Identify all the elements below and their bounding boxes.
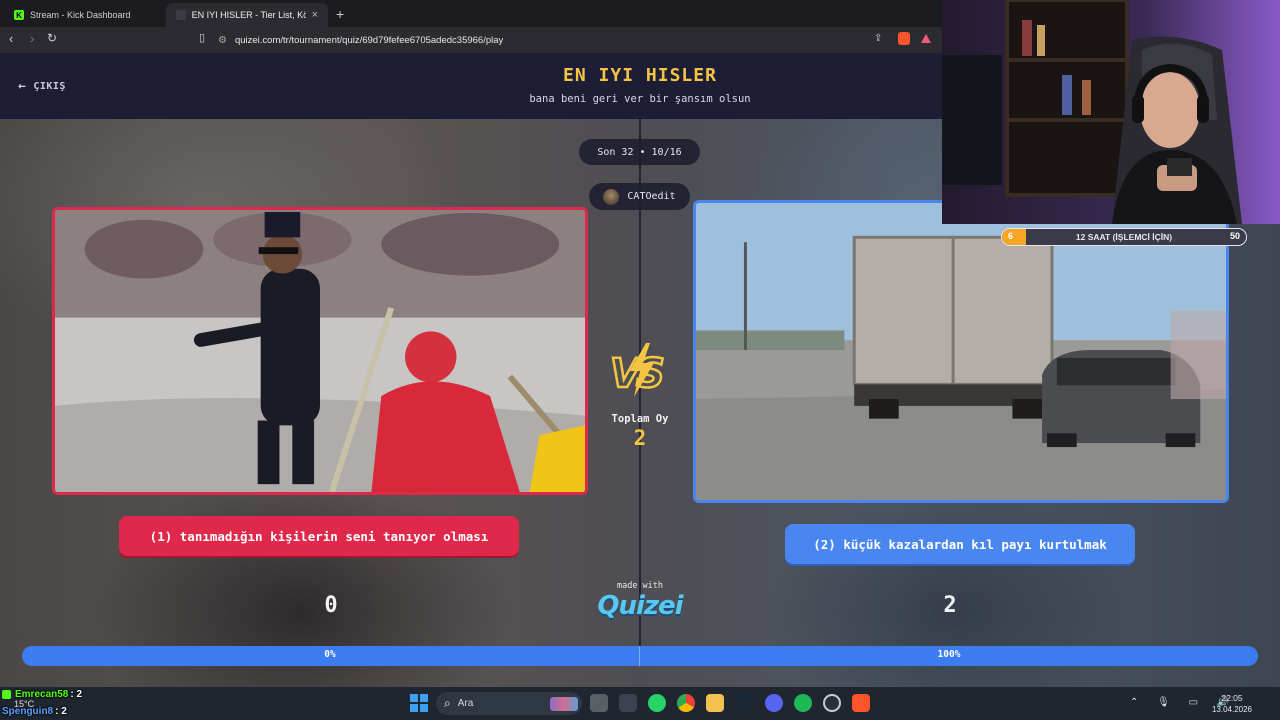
steam-icon[interactable] [735, 694, 753, 712]
webcam-overlay [942, 0, 1280, 224]
obs-icon[interactable] [823, 694, 841, 712]
brave-icon[interactable] [852, 694, 870, 712]
author-badge[interactable]: CATOedit [589, 183, 690, 210]
subathon-goal-widget: 6 12 SAAT (İŞLEMCİ İÇİN) 50 [1001, 228, 1247, 246]
total-votes-count: 2 [633, 426, 647, 450]
close-tab-icon[interactable]: × [312, 9, 318, 21]
tab-kick-dashboard[interactable]: K Stream - Kick Dashboard [4, 3, 164, 27]
chat-text: : 2 [70, 689, 83, 700]
percent-left: 0% [324, 649, 336, 660]
quizei-favicon-icon [176, 10, 186, 20]
spotify-icon[interactable] [794, 694, 812, 712]
tab-title: Stream - Kick Dashboard [30, 10, 131, 20]
chat-text: : 2 [55, 706, 67, 717]
url-text: quizei.com/tr/tournament/quiz/69d79fefee… [234, 34, 504, 46]
clock-time[interactable]: 22:05 [1210, 693, 1254, 703]
chat-message: Spenguin8 : 2 [2, 703, 202, 720]
chat-message: Emrecan58 : 2 [2, 686, 202, 703]
vote-progress-bar: 0% 100% [22, 646, 1258, 666]
discord-icon[interactable] [765, 694, 783, 712]
percent-right: 100% [937, 649, 961, 660]
whatsapp-icon[interactable] [648, 694, 666, 712]
store-icon[interactable] [619, 694, 637, 712]
back-arrow-icon[interactable]: ‹ [9, 31, 13, 46]
option-left-image[interactable] [52, 207, 588, 495]
forward-arrow-icon[interactable]: › [30, 31, 34, 46]
vote-progress-split [639, 646, 640, 666]
chat-username: Spenguin8 [2, 706, 54, 717]
kick-icon: K [14, 10, 24, 20]
goal-max: 50 [1229, 231, 1240, 241]
author-name: CATOedit [627, 191, 676, 202]
quizei-logo[interactable]: Quizei [580, 591, 700, 621]
browser-nav-bar: ‹ › ↻ ▯ ⚙ quizei.com/tr/tournament/quiz/… [0, 27, 942, 53]
author-avatar [603, 188, 620, 205]
score-left: 0 [324, 593, 338, 618]
brave-shields-icon[interactable] [898, 32, 910, 45]
taskbar-search[interactable]: ⌕ Ara [436, 692, 582, 715]
reload-icon[interactable]: ↻ [47, 31, 57, 45]
brave-rewards-icon[interactable] [921, 34, 931, 43]
choice-right-button[interactable]: (2) küçük kazalardan kıl payı kurtulmak [785, 524, 1135, 564]
vs-icon: V S [606, 341, 674, 399]
score-right: 2 [943, 593, 957, 618]
chat-badge-icon [2, 690, 11, 699]
browser-tab-bar: K Stream - Kick Dashboard EN IYI HISLER … [0, 0, 942, 27]
total-votes-label: Toplam Oy [611, 413, 669, 425]
new-tab-button[interactable]: + [336, 6, 344, 22]
made-with-label: made with [616, 581, 664, 591]
chrome-icon[interactable] [677, 694, 695, 712]
task-view-icon[interactable] [590, 694, 608, 712]
search-highlight-icon [550, 696, 578, 711]
file-explorer-icon[interactable] [706, 694, 724, 712]
choice-left-button[interactable]: (1) tanımadığın kişilerin seni tanıyor o… [119, 516, 519, 556]
chat-overlay: Emrecan58 : 2 Spenguin8 : 2 [2, 686, 202, 720]
bookmark-icon[interactable]: ▯ [199, 31, 205, 44]
clock-date[interactable]: 13.04.2026 [1206, 705, 1258, 714]
windows-start-icon[interactable] [410, 694, 428, 712]
search-icon: ⌕ [444, 696, 451, 710]
round-badge: Son 32 • 10/16 [579, 139, 700, 165]
tab-quizei[interactable]: EN IYI HISLER - Tier List, Kör Sıral × [166, 3, 328, 27]
chat-username: Emrecan58 [15, 689, 69, 700]
search-placeholder: Ara [457, 698, 474, 709]
address-bar[interactable]: ⚙ quizei.com/tr/tournament/quiz/69d79fef… [218, 30, 938, 50]
goal-label: 12 SAAT (İŞLEMCİ İÇİN) [1075, 231, 1173, 242]
tab-title: EN IYI HISLER - Tier List, Kör Sıral [191, 10, 306, 20]
share-icon[interactable]: ⇪ [874, 33, 882, 44]
site-settings-icon[interactable]: ⚙ [218, 35, 227, 46]
